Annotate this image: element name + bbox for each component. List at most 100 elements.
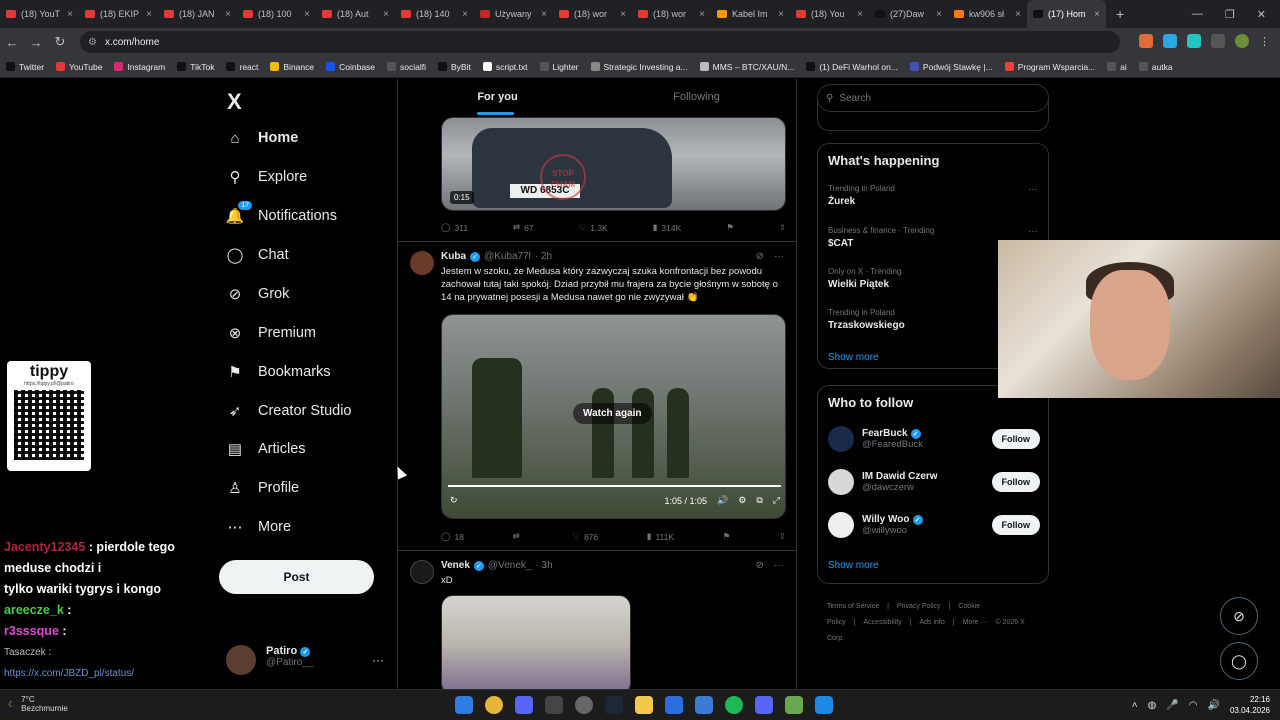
- repost-button[interactable]: ⇄ 67: [513, 222, 534, 233]
- follow-button[interactable]: Follow: [991, 472, 1040, 492]
- browser-tab[interactable]: (18) EKIP ×: [79, 0, 158, 28]
- close-icon[interactable]: ×: [778, 9, 784, 20]
- discord-icon[interactable]: [515, 696, 533, 714]
- grok-icon[interactable]: ⊘: [756, 560, 764, 571]
- browser-tab[interactable]: Używany ×: [474, 0, 553, 28]
- more-icon[interactable]: ···: [372, 653, 384, 667]
- follow-button[interactable]: Follow: [991, 429, 1040, 449]
- app-icon[interactable]: [695, 696, 713, 714]
- sidebar-item-premium[interactable]: ⊗ Premium: [226, 324, 316, 342]
- browser-tab[interactable]: (18) YouT ×: [0, 0, 79, 28]
- weather-widget[interactable]: ☾ 7°C Bezchmurnie: [8, 695, 68, 713]
- chevron-up-icon[interactable]: ˄: [1132, 700, 1138, 711]
- url-field[interactable]: ⚙ x.com/home: [80, 31, 1120, 53]
- fullscreen-icon[interactable]: ⤢: [773, 495, 780, 506]
- like-button[interactable]: ♡ 876: [572, 531, 598, 542]
- browser-tab[interactable]: (27)Daw ×: [869, 0, 948, 28]
- menu-icon[interactable]: ⋮: [1259, 35, 1270, 48]
- bookmark-item[interactable]: Strategic Investing a...: [590, 62, 688, 72]
- sidebar-item-creator-studio[interactable]: ➶ Creator Studio: [226, 402, 352, 420]
- sidebar-item-bookmarks[interactable]: ⚑ Bookmarks: [226, 363, 330, 381]
- close-icon[interactable]: ×: [1015, 9, 1021, 20]
- watch-again-button[interactable]: Watch again: [573, 403, 652, 424]
- sidebar-item-grok[interactable]: ⊘ Grok: [226, 285, 290, 303]
- forward-icon[interactable]: →: [24, 35, 48, 50]
- bookmark-item[interactable]: Podwój Stawkę |...: [909, 62, 993, 72]
- browser-tab[interactable]: (18) You ×: [790, 0, 869, 28]
- sidebar-item-explore[interactable]: ⚲ Explore: [226, 168, 308, 186]
- trend-item[interactable]: Trending in Poland Żurek ···: [828, 184, 1038, 207]
- grok-icon[interactable]: ⊘: [756, 251, 764, 262]
- sidebar-item-profile[interactable]: ♙ Profile: [226, 479, 299, 497]
- replay-icon[interactable]: ↻: [450, 495, 458, 506]
- reply-button[interactable]: ◯ 311: [441, 222, 468, 233]
- footer-link[interactable]: Terms of Service: [827, 603, 879, 610]
- close-icon[interactable]: ×: [541, 9, 547, 20]
- tweet-image[interactable]: [441, 595, 631, 689]
- close-icon[interactable]: ×: [462, 9, 468, 20]
- bookmark-item[interactable]: ByBit: [438, 62, 471, 72]
- video-player[interactable]: WD 6853C STOP CHAM 0:15: [441, 117, 786, 211]
- show-more-follows[interactable]: Show more: [828, 560, 879, 571]
- share-button[interactable]: ⇪: [779, 531, 786, 542]
- avatar[interactable]: [828, 512, 854, 538]
- bookmark-item[interactable]: autka: [1138, 62, 1173, 72]
- x-logo[interactable]: X: [227, 89, 242, 115]
- volume-icon[interactable]: 🔊: [1208, 700, 1220, 711]
- more-icon[interactable]: ···: [774, 251, 784, 262]
- close-icon[interactable]: ×: [1094, 9, 1100, 20]
- bookmark-item[interactable]: ai: [1107, 62, 1127, 72]
- extension-icon[interactable]: [1187, 34, 1201, 48]
- video-progress[interactable]: [448, 485, 781, 487]
- bookmark-button[interactable]: ⚑: [726, 222, 734, 233]
- avatar[interactable]: [828, 426, 854, 452]
- avatar[interactable]: [1235, 34, 1249, 48]
- browser-tab[interactable]: (18) JAN ×: [158, 0, 237, 28]
- close-icon[interactable]: ×: [620, 9, 626, 20]
- bookmark-item[interactable]: Lighter: [539, 62, 579, 72]
- site-info-icon[interactable]: ⚙: [88, 37, 97, 48]
- obs-icon[interactable]: [575, 696, 593, 714]
- browser-tab[interactable]: (18) wor ×: [553, 0, 632, 28]
- sidebar-item-home[interactable]: ⌂ Home: [226, 129, 298, 147]
- show-more-trends[interactable]: Show more: [828, 352, 879, 363]
- minimize-icon[interactable]: —: [1192, 8, 1203, 20]
- close-icon[interactable]: ×: [699, 9, 705, 20]
- tab-following[interactable]: Following: [597, 79, 796, 117]
- sidebar-item-notifications[interactable]: 🔔 17 Notifications: [226, 201, 337, 225]
- footer-link[interactable]: Privacy Policy: [897, 603, 941, 610]
- mic-icon[interactable]: 🎤: [1166, 700, 1178, 711]
- author-name[interactable]: Kuba: [441, 251, 466, 262]
- tweet-time[interactable]: · 3h: [535, 560, 552, 571]
- browser-tab[interactable]: (17) Hom ×: [1027, 0, 1106, 28]
- author-name[interactable]: Venek: [441, 560, 470, 571]
- start-icon[interactable]: [455, 696, 473, 714]
- follow-suggestion[interactable]: Willy Woo ✓ @willywoo Follow: [828, 512, 1040, 538]
- maximize-icon[interactable]: ❐: [1225, 8, 1235, 21]
- browser-tab[interactable]: (18) wor ×: [632, 0, 711, 28]
- close-icon[interactable]: ×: [146, 9, 152, 20]
- grok-fab[interactable]: ⊘: [1220, 597, 1258, 635]
- bookmark-item[interactable]: YouTube: [56, 62, 102, 72]
- app-icon[interactable]: [815, 696, 833, 714]
- close-icon[interactable]: ×: [225, 9, 231, 20]
- post-button[interactable]: Post: [219, 560, 374, 594]
- tab-for-you[interactable]: For you: [398, 79, 597, 117]
- bookmark-item[interactable]: Binance: [270, 62, 314, 72]
- author-handle[interactable]: @Venek_: [488, 560, 532, 571]
- close-icon[interactable]: ×: [304, 9, 310, 20]
- follow-suggestion[interactable]: IM Dawid Czerw @dawczerw Follow: [828, 469, 1040, 495]
- more-icon[interactable]: ···: [1028, 184, 1038, 195]
- author-handle[interactable]: @Kuba77l: [484, 251, 531, 262]
- bookmark-item[interactable]: socialfi: [387, 62, 426, 72]
- app-icon[interactable]: [755, 696, 773, 714]
- search-input[interactable]: ⚲ Search: [817, 84, 1049, 112]
- messages-fab[interactable]: ◯: [1220, 642, 1258, 680]
- bookmark-item[interactable]: (1) DeFi Warhol on...: [806, 62, 898, 72]
- close-icon[interactable]: ×: [67, 9, 73, 20]
- extension-icon[interactable]: [1139, 34, 1153, 48]
- folder-icon[interactable]: [635, 696, 653, 714]
- browser-tab[interactable]: kw906 sł ×: [948, 0, 1027, 28]
- views-button[interactable]: ▮ 111K: [647, 531, 674, 542]
- browser-tab[interactable]: (18) 140 ×: [395, 0, 474, 28]
